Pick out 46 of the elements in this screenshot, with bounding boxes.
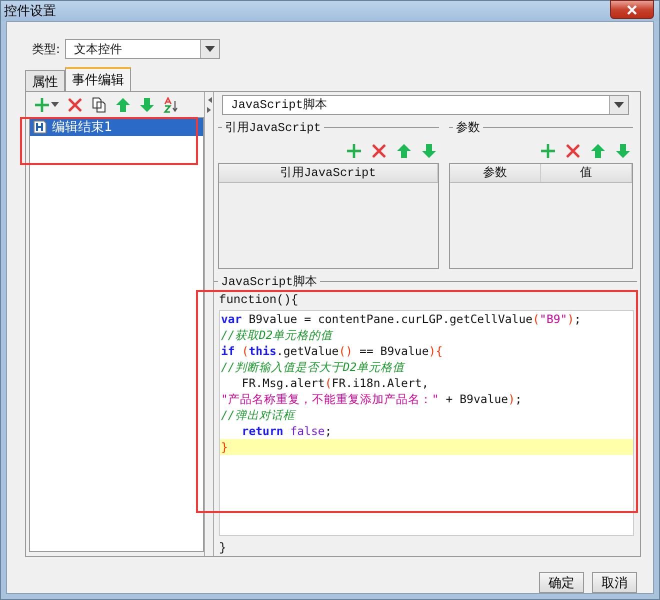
code-header: function(){	[218, 292, 300, 308]
code-line: return false;	[240, 423, 333, 439]
code-line: var B9value = contentPane.curLGP.getCellValue("B9");	[220, 311, 582, 327]
close-button[interactable]	[610, 0, 654, 19]
dialog-button[interactable]: 取消	[592, 572, 637, 593]
section-title: JavaScript脚本	[221, 274, 318, 290]
move-down-icon[interactable]	[139, 96, 155, 112]
code-line: //获取D2单元格的值	[220, 327, 334, 343]
type-dropdown[interactable]: 文本控件	[65, 39, 220, 59]
delete-icon[interactable]	[67, 96, 83, 112]
script-type-dropdown[interactable]: JavaScript脚本	[222, 95, 629, 115]
code-editor[interactable]: var B9value = contentPane.curLGP.getCellValue("B9"); //获取D2单元格的值 if (this.getValue() == B9value){ //判断输入值是否大于D2单元格值 FR.Msg.alert(FR.i18n.Alert, "产品名称重复，不能重复添加产品名：" + B9value); //弹出对话框 return false; }	[219, 310, 634, 536]
sort-icon[interactable]	[163, 96, 179, 112]
move-up-icon[interactable]	[590, 143, 606, 159]
column-header[interactable]: 引用JavaScript	[219, 164, 438, 182]
caret-icon[interactable]	[51, 102, 59, 107]
document-icon	[33, 120, 47, 134]
section-title: 参数	[456, 120, 480, 136]
column-header[interactable]: 参数	[450, 164, 541, 182]
delete-icon[interactable]	[565, 143, 581, 159]
move-up-icon[interactable]	[115, 96, 131, 112]
window-title: 控件设置	[4, 3, 56, 20]
add-icon[interactable]	[346, 143, 362, 159]
code-line: if (this.getValue() == B9value){	[220, 343, 444, 359]
code-line: //判断输入值是否大于D2单元格值	[220, 359, 406, 375]
move-down-icon[interactable]	[420, 143, 437, 159]
caret-icon	[614, 102, 624, 108]
add-icon[interactable]	[540, 143, 556, 159]
code-line: FR.Msg.alert(FR.i18n.Alert,	[240, 375, 430, 391]
code-line: "产品名称重复，不能重复添加产品名：" + B9value);	[220, 391, 523, 407]
event-item[interactable]: 编辑结束1	[30, 118, 203, 136]
code-line: //弹出对话框	[220, 407, 298, 423]
dialog-button[interactable]: 确定	[539, 572, 584, 593]
collapse-arrows-icon[interactable]	[206, 96, 212, 114]
tab[interactable]: 属性	[25, 70, 65, 91]
caret-icon	[205, 46, 216, 52]
tab[interactable]: 事件编辑	[65, 67, 131, 91]
type-label: 类型:	[32, 40, 60, 58]
move-down-icon[interactable]	[615, 143, 631, 159]
section-title: 引用JavaScript	[225, 120, 322, 136]
copy-icon[interactable]	[91, 96, 107, 112]
column-header[interactable]: 值	[540, 164, 632, 182]
move-up-icon[interactable]	[396, 143, 412, 159]
close-icon	[626, 4, 638, 16]
delete-icon[interactable]	[370, 143, 387, 159]
code-footer: }	[214, 540, 637, 556]
